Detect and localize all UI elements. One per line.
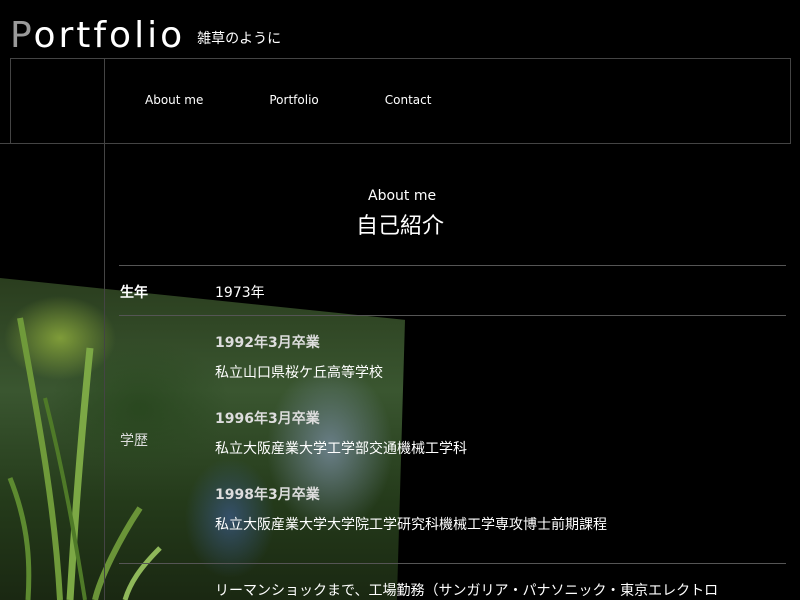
frame-line-content-left — [104, 58, 105, 600]
logo-initial: P — [10, 15, 34, 56]
nav-contact-link[interactable]: Contact — [385, 93, 432, 107]
nav-about-me-link[interactable]: About me — [145, 93, 203, 107]
section-title-en: About me — [368, 188, 437, 204]
education-date: 1996年3月卒業 — [215, 411, 320, 427]
frame-line-nav-bottom — [0, 143, 791, 144]
site-header: Portfolio 雑草のように — [10, 8, 281, 58]
education-label: 学歴 — [120, 433, 148, 449]
birth-year-value: 1973年 — [215, 285, 265, 301]
divider — [119, 265, 786, 266]
frame-line-top — [10, 58, 791, 59]
section-title-ja: 自己紹介 — [356, 214, 445, 239]
site-logo[interactable]: Portfolio — [10, 14, 185, 58]
education-date: 1998年3月卒業 — [215, 487, 320, 503]
site-tagline: 雑草のように — [197, 31, 282, 47]
main-nav: About me Portfolio Contact — [145, 93, 431, 107]
logo-rest: ortfolio — [33, 15, 186, 56]
divider — [119, 315, 786, 316]
frame-line-right — [790, 58, 791, 144]
education-school: 私立山口県桜ケ丘高等学校 — [215, 365, 383, 381]
page: Portfolio 雑草のように About me Portfolio Cont… — [0, 0, 800, 600]
divider — [119, 563, 786, 564]
frame-line-left — [10, 58, 11, 144]
education-school: 私立大阪産業大学大学院工学研究科機械工学専攻博士前期課程 — [215, 517, 607, 533]
career-text: リーマンショックまで、工場勤務（サンガリア・パナソニック・東京エレクトロ — [215, 583, 719, 599]
education-date: 1992年3月卒業 — [215, 335, 320, 351]
education-school: 私立大阪産業大学工学部交通機械工学科 — [215, 441, 467, 457]
birth-year-label: 生年 — [120, 285, 148, 301]
nav-portfolio-link[interactable]: Portfolio — [269, 93, 318, 107]
